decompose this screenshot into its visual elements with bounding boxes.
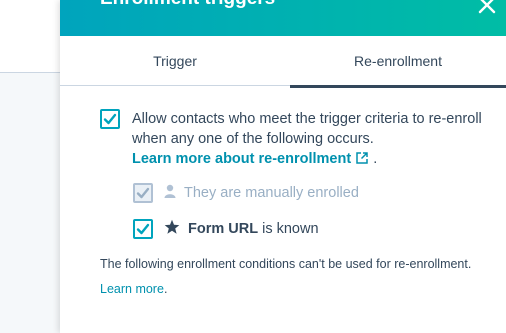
note-text: The following enrollment conditions can'…: [100, 257, 472, 271]
checkmark-icon: [136, 187, 150, 199]
checkmark-icon: [103, 113, 117, 125]
checkmark-icon: [136, 223, 150, 235]
star-icon: [164, 219, 180, 239]
person-icon: [164, 184, 176, 202]
allow-reenroll-checkbox[interactable]: [100, 109, 120, 129]
learn-more-link-text: Learn more about re-enrollment: [132, 151, 352, 167]
tab-re-enrollment[interactable]: Re-enrollment: [290, 36, 506, 88]
form-url-property: Form URL: [188, 221, 259, 237]
external-link-icon: [355, 151, 369, 171]
tab-bar: Trigger Re-enrollment: [60, 36, 506, 88]
reenrollment-note: The following enrollment conditions can'…: [100, 252, 490, 302]
note-suffix: .: [163, 282, 168, 296]
learn-more-suffix: .: [373, 151, 378, 167]
allow-reenroll-label: Allow contacts who meet the trigger crit…: [132, 111, 482, 147]
form-url-known-option: Form URL is known: [164, 219, 319, 239]
note-learn-more-link[interactable]: Learn more: [100, 282, 164, 296]
enrollment-triggers-panel: Enrollment triggers Trigger Re-enrollmen…: [60, 0, 506, 333]
form-url-known-checkbox[interactable]: [133, 219, 153, 239]
allow-reenroll-text: Allow contacts who meet the trigger crit…: [132, 109, 492, 171]
tab-trigger[interactable]: Trigger: [60, 36, 290, 86]
learn-more-reenrollment-link[interactable]: Learn more about re-enrollment: [132, 151, 369, 167]
manually-enrolled-option: They are manually enrolled: [164, 184, 359, 202]
panel-title: Enrollment triggers: [100, 0, 275, 10]
close-icon[interactable]: [476, 0, 498, 16]
background-topbar: [0, 0, 62, 73]
manually-enrolled-label: They are manually enrolled: [184, 185, 359, 201]
form-url-condition: is known: [262, 221, 319, 237]
panel-header: Enrollment triggers: [60, 0, 506, 36]
manually-enrolled-checkbox: [133, 183, 153, 203]
